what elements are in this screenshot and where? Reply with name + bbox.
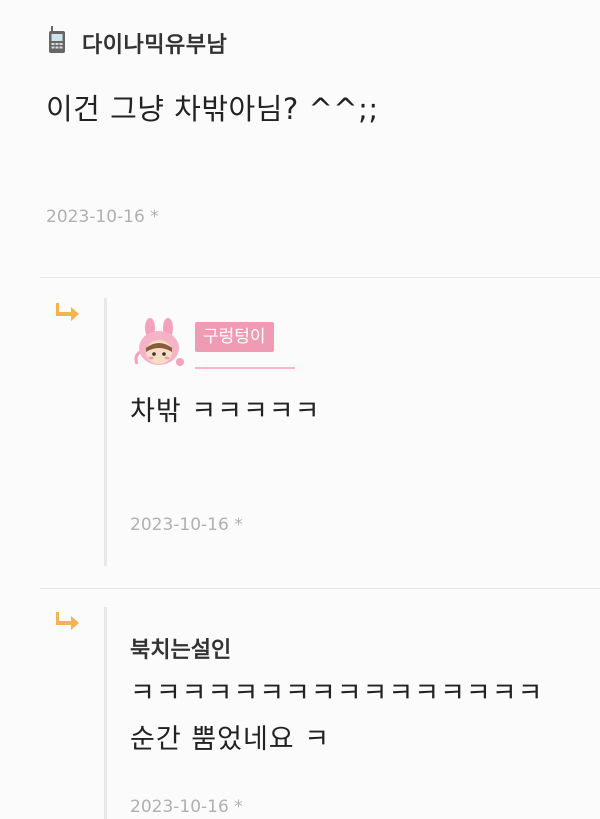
reply-date: 2023-10-16 * <box>130 797 243 817</box>
comment-date: 2023-10-16 * <box>46 207 159 227</box>
author-nickname[interactable]: 다이나믹유부남 <box>82 27 227 59</box>
divider <box>40 277 600 278</box>
reply-date: 2023-10-16 * <box>130 515 243 535</box>
comment-text: 이건 그냥 차밖아님? ^^;; <box>46 92 379 126</box>
pink-bunny-avatar[interactable] <box>130 318 188 370</box>
badge-underline <box>195 367 295 369</box>
reply-arrow-icon <box>56 612 79 630</box>
mobile-phone-icon <box>49 26 65 53</box>
nickname-badge[interactable]: 구렁텅이 <box>195 322 274 352</box>
reply-indent-bar <box>104 607 107 819</box>
divider <box>40 588 600 589</box>
reply-arrow-icon <box>56 303 79 321</box>
top-comment: 다이나믹유부남 이건 그냥 차밖아님? ^^;; 2023-10-16 * <box>0 0 600 278</box>
author-nickname[interactable]: 북치는설인 <box>130 632 231 664</box>
reply-text-line: 순간 뿜었네요 ㅋ <box>130 724 331 755</box>
reply-indent-bar <box>104 298 107 566</box>
reply-text: 차밖 ㅋㅋㅋㅋㅋ <box>130 396 321 427</box>
reply-text-line: ㅋㅋㅋㅋㅋㅋㅋㅋㅋㅋㅋㅋㅋㅋㅋㅋ <box>130 678 544 709</box>
